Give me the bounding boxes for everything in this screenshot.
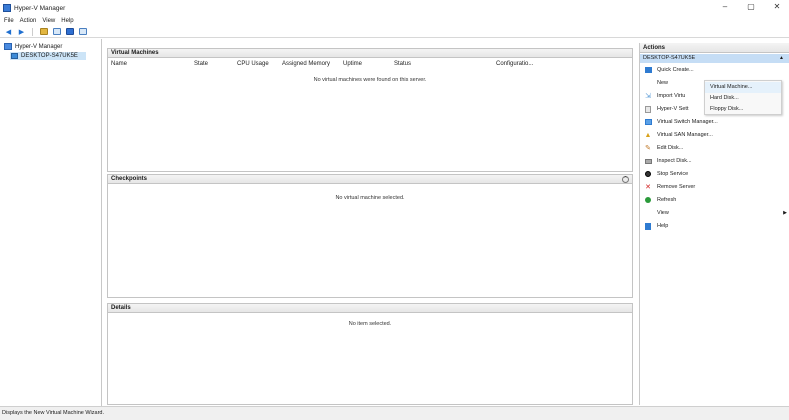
switch-icon	[644, 119, 652, 126]
action-virtual-san-manager[interactable]: ▲ Virtual SAN Manager...	[640, 129, 789, 142]
menu-item-hard-disk[interactable]: Hard Disk...	[705, 93, 781, 104]
remove-icon: ✕	[645, 184, 651, 192]
import-icon: ⇲	[645, 93, 651, 101]
close-button[interactable]: ✕	[771, 2, 783, 11]
action-label: Edit Disk...	[657, 145, 684, 152]
help-icon[interactable]	[65, 28, 74, 36]
action-label: Inspect Disk...	[657, 158, 692, 165]
show-hide-icon[interactable]	[78, 28, 87, 36]
action-help[interactable]: Help	[640, 220, 789, 233]
action-quick-create[interactable]: Quick Create...	[640, 64, 789, 77]
window-controls: – ▢ ✕	[719, 2, 783, 11]
action-label: Import Virtu	[657, 93, 686, 100]
console-tree-icon[interactable]	[52, 28, 61, 36]
action-inspect-disk[interactable]: Inspect Disk...	[640, 155, 789, 168]
action-label: Help	[657, 223, 669, 230]
details-title: Details	[111, 305, 131, 311]
tree-root-label: Hyper-V Manager	[15, 43, 63, 50]
action-label: Hyper-V Sett	[657, 106, 689, 113]
collapse-chevron-icon[interactable]: ⌃	[622, 176, 629, 183]
details-panel: No item selected.	[107, 313, 633, 405]
tree-item-hyper-v-manager[interactable]: Hyper-V Manager	[4, 43, 62, 50]
actions-header: Actions	[640, 43, 789, 53]
new-submenu: Virtual Machine... Hard Disk... Floppy D…	[704, 80, 782, 115]
action-label: Virtual Switch Manager...	[657, 119, 718, 126]
tree-item-server[interactable]: DESKTOP-S47UK5E	[10, 52, 86, 60]
vm-empty-message: No virtual machines were found on this s…	[313, 77, 427, 83]
help-icon	[644, 222, 652, 230]
forward-arrow-icon[interactable]: ▶	[17, 28, 26, 36]
folder-icon[interactable]	[39, 28, 48, 36]
console-tree: Hyper-V Manager DESKTOP-S47UK5E	[0, 39, 102, 406]
back-arrow-icon[interactable]: ◀	[4, 28, 13, 36]
action-virtual-switch-manager[interactable]: Virtual Switch Manager...	[640, 116, 789, 129]
action-view[interactable]: View ▶	[640, 207, 789, 220]
action-label: Refresh	[657, 197, 677, 204]
center-pane: Virtual Machines Name State CPU Usage As…	[107, 43, 633, 405]
menu-file[interactable]: File	[4, 18, 14, 24]
details-header: Details	[107, 303, 633, 313]
toolbar: ◀ ▶	[0, 26, 789, 38]
maximize-button[interactable]: ▢	[745, 2, 757, 11]
action-remove-server[interactable]: ✕ Remove Server	[640, 181, 789, 194]
tree-server-label: DESKTOP-S47UK5E	[21, 53, 78, 59]
details-empty-message: No item selected.	[348, 321, 392, 327]
actions-server-header[interactable]: DESKTOP-S47UK5E ▲	[640, 54, 789, 63]
refresh-icon	[644, 197, 652, 204]
menu-action[interactable]: Action	[20, 18, 37, 24]
title-bar: Hyper-V Manager – ▢ ✕	[0, 0, 789, 16]
settings-icon	[644, 105, 652, 113]
menu-item-virtual-machine[interactable]: Virtual Machine...	[705, 82, 781, 93]
checkpoints-empty-message: No virtual machine selected.	[335, 195, 405, 201]
collapse-caret-icon[interactable]: ▲	[779, 54, 784, 63]
action-label: New	[657, 80, 669, 87]
hyper-v-app-icon	[3, 4, 11, 12]
actions-server-label: DESKTOP-S47UK5E	[643, 55, 696, 61]
action-label: Quick Create...	[657, 67, 694, 74]
col-cpu-usage[interactable]: CPU Usage	[237, 61, 269, 67]
col-uptime[interactable]: Uptime	[343, 61, 362, 67]
virtual-machines-header: Virtual Machines	[107, 48, 633, 58]
action-refresh[interactable]: Refresh	[640, 194, 789, 207]
window-title: Hyper-V Manager	[14, 4, 66, 12]
submenu-arrow-icon: ▶	[783, 210, 787, 217]
server-icon	[11, 53, 18, 59]
col-status[interactable]: Status	[394, 61, 411, 67]
edit-disk-icon: ✎	[645, 145, 651, 153]
checkpoints-title: Checkpoints	[111, 176, 148, 182]
action-label: Stop Service	[657, 171, 689, 178]
inspect-disk-icon	[644, 158, 652, 165]
checkpoints-header: Checkpoints ⌃	[107, 174, 633, 184]
toolbar-separator	[32, 27, 33, 36]
col-configuration[interactable]: Configuratio...	[496, 61, 533, 67]
menu-help[interactable]: Help	[61, 18, 73, 24]
virtual-machines-list[interactable]: Name State CPU Usage Assigned Memory Upt…	[107, 58, 633, 172]
hyper-v-manager-icon	[4, 43, 12, 50]
col-assigned-memory[interactable]: Assigned Memory	[282, 61, 330, 67]
action-label: View	[657, 210, 669, 217]
stop-icon	[644, 171, 652, 178]
virtual-machines-title: Virtual Machines	[111, 50, 159, 56]
status-bar: Displays the New Virtual Machine Wizard.	[0, 406, 789, 420]
col-state[interactable]: State	[194, 61, 208, 67]
action-stop-service[interactable]: Stop Service	[640, 168, 789, 181]
minimize-button[interactable]: –	[719, 2, 731, 11]
menu-item-floppy-disk[interactable]: Floppy Disk...	[705, 104, 781, 115]
action-label: Remove Server	[657, 184, 696, 191]
san-icon: ▲	[644, 131, 652, 139]
menu-view[interactable]: View	[42, 18, 55, 24]
menu-bar: File Action View Help	[0, 16, 789, 26]
col-name[interactable]: Name	[111, 61, 127, 67]
checkpoints-list: No virtual machine selected.	[107, 184, 633, 298]
quick-create-icon	[644, 67, 652, 74]
action-label: Virtual SAN Manager...	[657, 132, 713, 139]
action-edit-disk[interactable]: ✎ Edit Disk...	[640, 142, 789, 155]
